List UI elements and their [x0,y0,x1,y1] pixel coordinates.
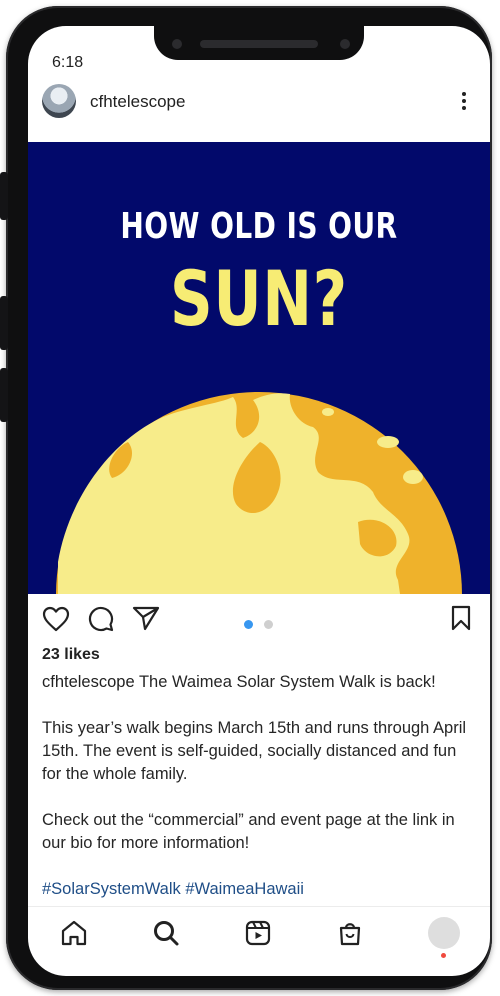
caption-username[interactable]: cfhtelescope [42,673,135,691]
sun-spot [377,436,399,448]
speaker-grille [200,40,318,48]
volume-up-button [0,296,8,350]
image-headline-line2: SUN? [170,254,348,343]
likes-count[interactable]: 23 likes [42,646,100,664]
comment-icon[interactable] [88,606,114,632]
caption-paragraph-2: This year’s walk begins March 15th and r… [42,719,467,783]
sun-spot [171,455,189,465]
user-avatar[interactable] [42,84,76,118]
phone-frame: 6:18 cfhtelescope HOW OLD IS OUR SUN? 23… [0,6,492,990]
sun-spot [125,540,145,552]
caption-paragraph-3: Check out the “commercial” and event pag… [42,811,455,852]
caption-line1: The Waimea Solar System Walk is back! [138,673,436,691]
sun-spot [375,557,391,567]
sun-spot [322,408,334,416]
home-icon[interactable] [60,919,88,947]
heart-icon[interactable] [42,606,70,632]
image-headline-line1: HOW OLD IS OUR [120,206,398,247]
notch [154,26,364,60]
post-header: cfhtelescope [28,82,490,142]
profile-avatar[interactable] [428,917,460,949]
post-image[interactable]: HOW OLD IS OUR SUN? [28,142,490,594]
sun-spot [403,470,423,484]
screen: 6:18 cfhtelescope HOW OLD IS OUR SUN? 23… [28,26,490,976]
front-camera [172,39,182,49]
volume-down-button [0,368,8,422]
carousel-dot-active [244,620,253,629]
sensor [340,39,350,49]
bookmark-icon[interactable] [450,605,472,631]
bottom-nav [28,906,490,965]
share-icon[interactable] [132,605,160,631]
caption-hashtags[interactable]: #SolarSystemWalk #WaimeaHawaii [42,878,478,901]
volume-switch [0,172,8,220]
sun-spot [141,491,155,499]
more-options-icon[interactable] [458,92,470,112]
sun-spot [184,547,208,561]
shop-icon[interactable] [336,919,364,947]
carousel-dot [264,620,273,629]
post-username[interactable]: cfhtelescope [90,92,185,112]
reels-icon[interactable] [244,919,272,947]
post-actions [28,594,490,644]
sun-spot [312,570,344,582]
notification-dot [441,953,446,958]
search-icon[interactable] [152,919,180,947]
post-caption: cfhtelescope The Waimea Solar System Wal… [42,671,478,924]
status-time: 6:18 [52,54,84,71]
